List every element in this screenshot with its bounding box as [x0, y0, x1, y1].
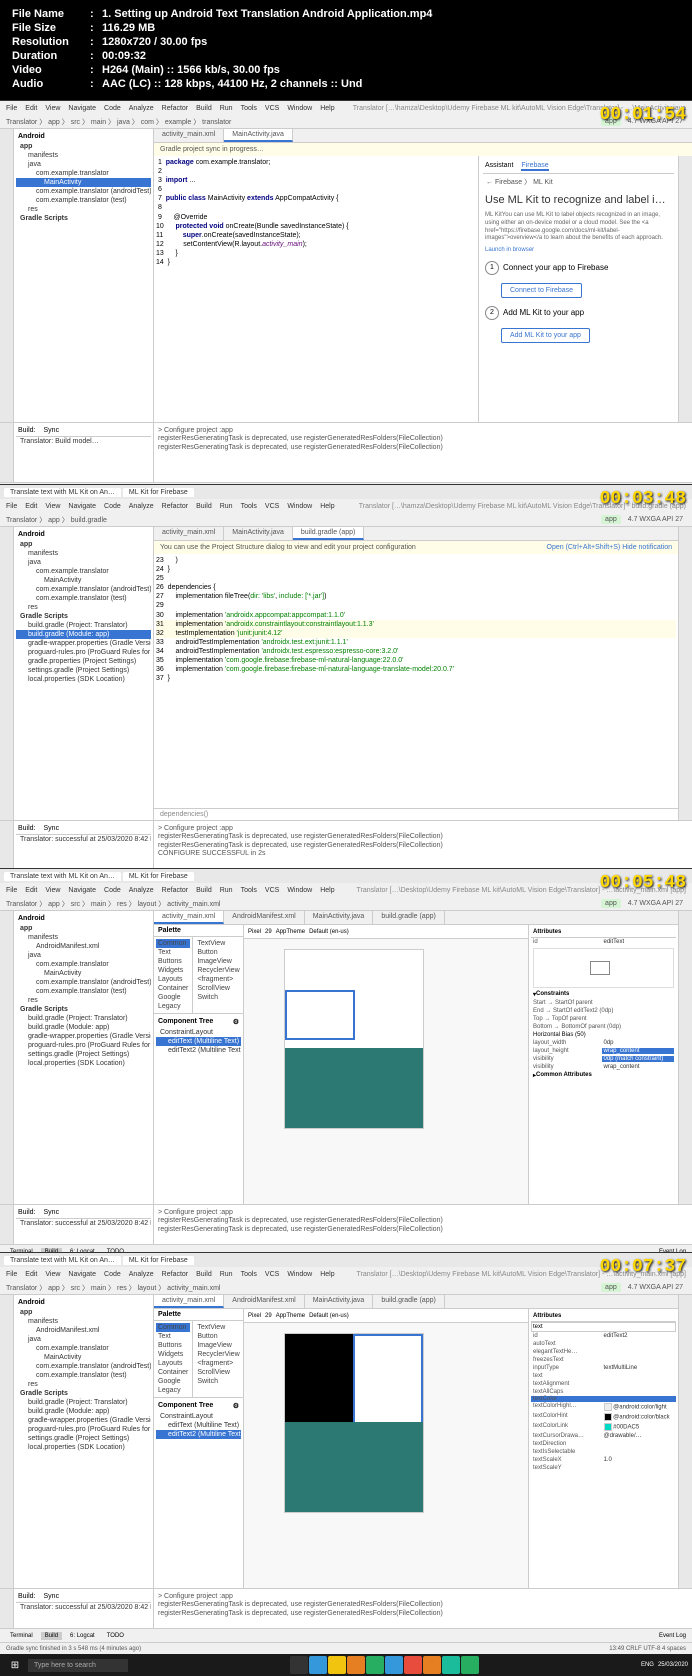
tree-test2[interactable]: com.example.translator (test) — [16, 196, 151, 205]
design-canvas[interactable]: Pixel 29 AppTheme Default (en-us) — [244, 925, 528, 1204]
open-project-structure[interactable]: Open (Ctrl+Alt+Shift+S) — [547, 544, 621, 551]
tree-java[interactable]: java — [16, 160, 151, 169]
attributes-panel: Attributes ideditText ▾ Constraints Star… — [528, 925, 678, 1204]
browser-tabs: Translate text with ML Kit on An… ML Kit… — [0, 485, 692, 499]
screenshot-4: 00:07:37 Translate text with ML Kit on A… — [0, 1252, 692, 1636]
palette-panel: Palette Common Text Buttons Widgets Layo… — [154, 925, 244, 1204]
menu-vcs[interactable]: VCS — [265, 105, 279, 112]
ct-edittext2[interactable]: editText2 (Multiline Text) — [156, 1430, 241, 1439]
timestamp: 00:01:54 — [600, 105, 686, 125]
launch-browser-link[interactable]: Launch in browser — [483, 245, 674, 257]
firebase-desc: ML KitYou can use ML Kit to label object… — [483, 210, 674, 245]
component-tree: Component Tree⚙ ConstraintLayout editTex… — [154, 1013, 243, 1057]
tree-res[interactable]: res — [16, 205, 151, 214]
context-bar: dependencies() — [154, 808, 678, 820]
tab-assistant[interactable]: Assistant — [485, 162, 513, 171]
menu-navigate[interactable]: Navigate — [68, 105, 96, 112]
menu-file[interactable]: File — [6, 105, 17, 112]
add-mlkit-button[interactable]: Add ML Kit to your app — [501, 328, 590, 343]
tree-mainactivity[interactable]: MainActivity — [16, 178, 151, 187]
tree-package[interactable]: com.example.translator — [16, 169, 151, 178]
attr-textcolor: textColor — [533, 1396, 604, 1402]
build-panel: Build:Sync Translator: Build model… > Co… — [0, 422, 692, 482]
browser-tab[interactable]: ML Kit for Firebase — [123, 488, 194, 497]
menu-build[interactable]: Build — [196, 105, 212, 112]
tree-gradle[interactable]: Gradle Scripts — [16, 214, 151, 223]
gear-icon[interactable]: ⚙ — [233, 1402, 239, 1410]
menu-view[interactable]: View — [45, 105, 60, 112]
menu-code[interactable]: Code — [104, 105, 121, 112]
build-output[interactable]: > Configure project :app registerResGene… — [154, 423, 692, 482]
connect-firebase-button[interactable]: Connect to Firebase — [501, 283, 582, 298]
toolbar: Translator 〉 app 〉 src 〉 main 〉 java 〉 c… — [0, 115, 692, 129]
firebase-title: Use ML Kit to recognize and label i… — [483, 190, 674, 210]
tree-app[interactable]: app — [16, 142, 151, 151]
build-status[interactable]: Translator: Build model… — [16, 437, 151, 446]
tab-mainactivity[interactable]: MainActivity.java — [224, 129, 293, 142]
right-tool-rail[interactable] — [678, 156, 692, 422]
menubar: FileEditViewNavigateCodeAnalyzeRefactorB… — [0, 499, 692, 513]
dropdown-selected[interactable]: wrap_content — [602, 1048, 675, 1054]
hide-notification[interactable]: Hide notification — [622, 544, 672, 551]
tab-firebase[interactable]: Firebase — [521, 162, 548, 171]
screenshot-1: 00:01:54 File Edit View Navigate Code An… — [0, 100, 692, 484]
menubar: File Edit View Navigate Code Analyze Ref… — [0, 101, 692, 115]
browser-tab[interactable]: Translate text with ML Kit on An… — [4, 488, 121, 497]
firebase-crumb[interactable]: ← Firebase 〉 ML Kit — [483, 174, 674, 190]
project-view[interactable]: Android — [18, 133, 45, 140]
breadcrumb[interactable]: Translator 〉 app 〉 src 〉 main 〉 java 〉 c… — [6, 117, 231, 127]
menu-edit[interactable]: Edit — [25, 105, 37, 112]
gradle-editor[interactable]: 23 ) 24 } 25 26 dependencies { 27 implem… — [154, 554, 678, 808]
screenshot-3: 00:05:48 Translate text with ML Kit on A… — [0, 868, 692, 1252]
tab-build-gradle[interactable]: build.gradle (app) — [293, 527, 364, 540]
tree-build-gradle-app[interactable]: build.gradle (Module: app) — [16, 630, 151, 639]
menu-tools[interactable]: Tools — [241, 105, 257, 112]
gear-icon[interactable]: ⚙ — [233, 1018, 239, 1026]
file-metadata: File Name:1. Setting up Android Text Tra… — [0, 0, 692, 100]
tree-manifests[interactable]: manifests — [16, 151, 151, 160]
menu-refactor[interactable]: Refactor — [162, 105, 188, 112]
editor-tabs: activity_main.xml MainActivity.java — [154, 129, 692, 143]
tab-activity-xml[interactable]: activity_main.xml — [154, 129, 224, 142]
firebase-assistant: Assistant Firebase ← Firebase 〉 ML Kit U… — [478, 156, 678, 422]
menu-help[interactable]: Help — [320, 105, 334, 112]
step-1: Connect your app to Firebase — [503, 263, 608, 272]
menu-window[interactable]: Window — [287, 105, 312, 112]
screenshot-2: 00:03:48 Translate text with ML Kit on A… — [0, 484, 692, 868]
sync-notice: Gradle project sync in progress… — [154, 143, 692, 156]
attr-search-input[interactable] — [531, 1322, 676, 1332]
code-editor[interactable]: 1 package com.example.translator; 2 3 im… — [154, 156, 478, 422]
menu-analyze[interactable]: Analyze — [129, 105, 154, 112]
left-tool-rail[interactable] — [0, 129, 14, 422]
step-2: Add ML Kit to your app — [503, 308, 584, 317]
menu-run[interactable]: Run — [220, 105, 233, 112]
ct-edittext[interactable]: editText (Multiline Text) — [156, 1037, 241, 1046]
project-sidebar: Android app manifests java com.example.t… — [14, 129, 154, 422]
timestamp: 00:03:48 — [600, 489, 686, 509]
tree-test1[interactable]: com.example.translator (androidTest) — [16, 187, 151, 196]
